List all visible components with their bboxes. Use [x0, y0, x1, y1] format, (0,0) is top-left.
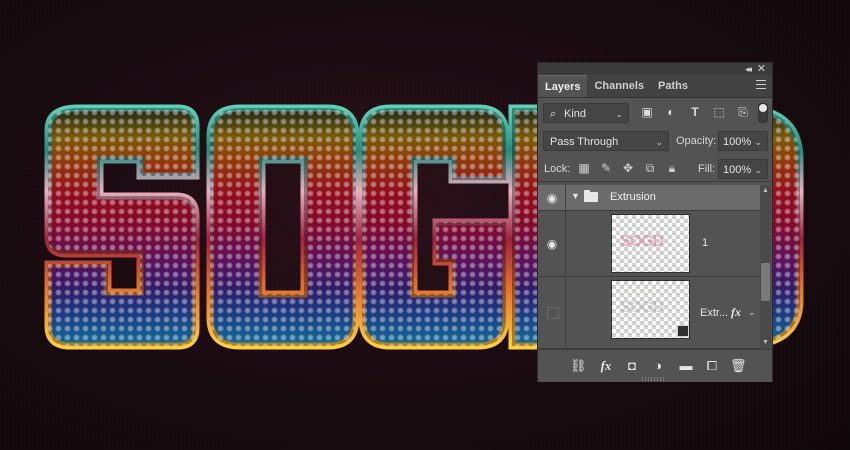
tab-paths[interactable]: Paths	[651, 75, 695, 97]
layer-name: Extr...	[700, 307, 729, 319]
adjustment-layer-icon[interactable]: ◑	[650, 358, 666, 374]
lock-position-icon[interactable]: ✥	[620, 159, 636, 177]
layers-list: ◉ ▼ Extrusion ◉ SOGD 1 SOGD Extr... fx ⌄	[538, 185, 760, 349]
chevron-down-icon[interactable]: ⌄	[748, 307, 756, 318]
layer-filter-row: ⌕ Kind ⌄ ▣ ◐ T ⬚ ⎘	[538, 100, 772, 126]
visibility-toggle[interactable]: ◉	[538, 211, 566, 276]
opacity-value: 100%	[723, 136, 752, 148]
layer-thumbnail: SOGD	[611, 214, 690, 273]
image-filter-icon[interactable]: ▣	[639, 104, 655, 120]
panel-title-bar[interactable]: ◂◂ ✕	[538, 63, 772, 75]
search-icon: ⌕	[550, 108, 557, 120]
adjustment-filter-icon[interactable]: ◐	[663, 104, 679, 120]
chevron-down-icon: ⌄	[615, 109, 623, 119]
chevron-down-icon: ⌄	[655, 137, 663, 147]
add-style-icon[interactable]: fx	[598, 358, 614, 374]
blend-mode-select[interactable]: Pass Through ⌄	[543, 131, 669, 151]
layer-smart-1[interactable]: ◉ SOGD 1	[538, 211, 760, 277]
blend-mode-label: Pass Through	[550, 136, 619, 148]
chevron-down-icon: ⌄	[754, 137, 762, 147]
filter-toggle[interactable]	[758, 103, 768, 123]
layer-name: Extrusion	[610, 191, 656, 203]
lock-label: Lock:	[544, 163, 571, 175]
filter-kind-select[interactable]: ⌕ Kind ⌄	[543, 103, 629, 123]
delete-layer-icon[interactable]: 🗑︎	[730, 358, 747, 374]
resize-grip[interactable]	[642, 377, 666, 381]
fill-value: 100%	[723, 164, 752, 176]
fill-label: Fill:	[698, 163, 716, 175]
lock-artboard-icon[interactable]: ⧉	[642, 159, 658, 177]
smart-object-badge-icon	[677, 325, 689, 337]
new-group-icon[interactable]: ▬	[678, 358, 694, 374]
eye-icon: ◉	[546, 191, 558, 205]
layer-name: 1	[702, 237, 709, 249]
scroll-down-icon[interactable]: ▼	[762, 339, 769, 347]
lock-transparent-pixels-icon[interactable]: ▦	[576, 159, 592, 177]
add-mask-icon[interactable]: ◘	[624, 358, 640, 374]
smart-object-filter-icon[interactable]: ⎘	[735, 104, 751, 120]
shape-filter-icon[interactable]: ⬚	[711, 104, 727, 120]
letter-s	[44, 104, 200, 350]
visibility-toggle[interactable]: ◉	[538, 185, 566, 210]
lock-image-pixels-icon[interactable]: ✎	[598, 159, 614, 177]
tab-layers[interactable]: Layers	[538, 75, 588, 97]
eye-icon: ◉	[546, 237, 558, 251]
layer-smart-extr[interactable]: SOGD Extr... fx ⌄	[538, 277, 760, 349]
blend-row: Pass Through ⌄ Opacity: 100% ⌄	[538, 129, 772, 153]
scroll-up-icon[interactable]: ▲	[762, 187, 769, 195]
layers-scrollbar[interactable]: ▲ ▼	[760, 185, 771, 349]
thumbnail-text-preview: SOGD	[620, 233, 664, 250]
visibility-toggle[interactable]	[538, 277, 566, 348]
type-filter-icon[interactable]: T	[687, 104, 703, 120]
new-layer-icon[interactable]: ⧠	[704, 358, 720, 374]
layers-panel: ◂◂ ✕ Layers Channels Paths ⌕ Kind ⌄ ▣ ◐ …	[537, 62, 773, 382]
fx-icon[interactable]: fx	[731, 305, 741, 320]
filter-kind-label: Kind	[564, 108, 587, 120]
hidden-eye-box	[547, 307, 559, 319]
lock-row: Lock: ▦ ✎ ✥ ⧉ 🔒︎ Fill: 100% ⌄	[538, 157, 772, 182]
fill-field[interactable]: 100% ⌄	[718, 159, 768, 179]
close-panel-icon[interactable]: ✕	[757, 63, 766, 75]
thumbnail-text-preview: SOGD	[620, 299, 664, 316]
letter-g	[358, 104, 510, 350]
link-layers-icon[interactable]: ⛓︎	[570, 358, 587, 374]
opacity-field[interactable]: 100% ⌄	[718, 131, 768, 151]
tab-channels[interactable]: Channels	[587, 75, 651, 97]
folder-icon	[584, 190, 598, 202]
layer-group-extrusion[interactable]: ◉ ▼ Extrusion	[538, 185, 760, 211]
layers-bottom-toolbar: ⛓︎ fx ◘ ◑ ▬ ⧠ 🗑︎	[538, 349, 772, 382]
scrollbar-thumb[interactable]	[761, 263, 770, 301]
chevron-down-icon: ⌄	[754, 165, 762, 175]
panel-menu-icon[interactable]	[756, 80, 766, 89]
opacity-label: Opacity:	[676, 135, 717, 147]
panel-tabs: Layers Channels Paths	[538, 75, 772, 98]
lock-all-icon[interactable]: 🔒︎	[664, 159, 680, 177]
collapse-panel-icon[interactable]: ◂◂	[745, 63, 752, 75]
chevron-down-icon[interactable]: ▼	[571, 191, 580, 201]
